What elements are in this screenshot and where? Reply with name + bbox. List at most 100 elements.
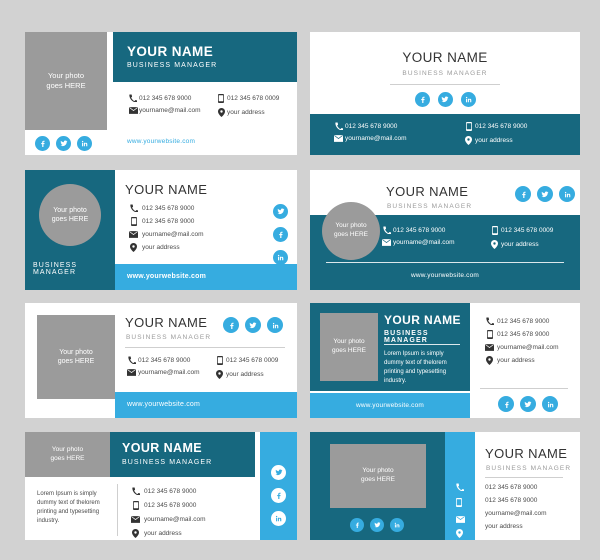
business-card-2[interactable]: YOUR NAME BUSINESS MANAGER 012 345 678 9…: [310, 32, 580, 155]
contact-email[interactable]: yourname@mail.com: [125, 231, 204, 238]
contact-address[interactable]: your address: [127, 529, 206, 538]
contact-phone[interactable]: 012 345 678 9000: [127, 487, 206, 495]
business-card-7[interactable]: Your photo goes HERE YOUR NAME BUSINESS …: [25, 432, 297, 540]
twitter-icon[interactable]: [437, 92, 453, 107]
business-card-4[interactable]: YOUR NAME BUSINESS MANAGER Your photo go…: [310, 170, 580, 290]
contact-mobile[interactable]: 012 345 678 0009: [213, 356, 278, 365]
divider: [384, 344, 460, 345]
website-link[interactable]: www.yourwebsite.com: [127, 401, 200, 408]
contact-email[interactable]: yourname@mail.com: [127, 107, 201, 114]
business-card-8[interactable]: Your photo goes HERE YOUR NAME BUSINESS …: [310, 432, 580, 540]
social-links[interactable]: [498, 396, 564, 412]
contact-mobile[interactable]: 012 345 678 9000: [462, 122, 527, 131]
contact-address[interactable]: your address: [482, 356, 559, 365]
website-link[interactable]: www.yourwebsite.com: [310, 272, 580, 279]
linkedin-icon[interactable]: [267, 317, 283, 333]
website-band[interactable]: www.yourwebsite.com: [115, 392, 297, 418]
photo-placeholder[interactable]: Your photo goes HERE: [25, 32, 107, 130]
contact-phone[interactable]: 012 345 678 9000: [332, 122, 407, 130]
card-role: BUSINESS MANAGER: [122, 459, 213, 466]
social-links[interactable]: [515, 186, 580, 202]
linkedin-icon[interactable]: [460, 92, 476, 107]
linkedin-icon[interactable]: [77, 136, 92, 151]
linkedin-icon[interactable]: [542, 396, 558, 412]
business-card-6[interactable]: Your photo goes HERE YOUR NAME BUSINESS …: [310, 303, 580, 418]
divider: [125, 347, 285, 348]
contact-mobile[interactable]: 012 345 678 9000: [125, 217, 204, 226]
social-links[interactable]: [271, 465, 286, 534]
contact-email[interactable]: yourname@mail.com: [125, 369, 200, 376]
contact-mobile[interactable]: 012 345 678 0009: [488, 226, 553, 235]
social-links[interactable]: [273, 204, 288, 273]
mobile-value: 012 345 678 0009: [226, 357, 279, 364]
photo-line-2: goes HERE: [334, 231, 368, 238]
card-left-panel: Your photo goes HERE: [310, 432, 445, 540]
business-card-3[interactable]: Your photo goes HERE BUSINESS MANAGER YO…: [25, 170, 297, 290]
website-link[interactable]: www.yourwebsite.com: [127, 138, 195, 145]
contact-email[interactable]: yourname@mail.com: [482, 344, 559, 351]
card-contact-band: 012 345 678 9000 yourname@mail.com 012 3…: [310, 114, 580, 155]
linkedin-icon[interactable]: [273, 250, 288, 265]
contact-mobile[interactable]: 012 345 678 9000: [482, 330, 559, 339]
contact-mobile[interactable]: 012 345 678 9000: [127, 501, 206, 510]
address-value: your address: [227, 109, 265, 116]
contact-address[interactable]: your address: [213, 370, 278, 379]
social-rail[interactable]: [260, 432, 297, 540]
photo-placeholder[interactable]: Your photo goes HERE: [39, 184, 101, 246]
facebook-icon[interactable]: [273, 227, 288, 242]
linkedin-icon[interactable]: [390, 518, 404, 532]
facebook-icon[interactable]: [515, 186, 531, 202]
photo-placeholder[interactable]: Your photo goes HERE: [37, 315, 115, 399]
twitter-icon[interactable]: [537, 186, 553, 202]
contact-mobile[interactable]: 012 345 678 0009: [215, 94, 279, 103]
card-role: BUSINESS MANAGER: [126, 334, 212, 341]
social-links[interactable]: [35, 136, 98, 151]
facebook-icon[interactable]: [271, 488, 286, 503]
social-links[interactable]: [310, 92, 580, 107]
contact-address[interactable]: your address: [125, 243, 204, 252]
linkedin-icon[interactable]: [559, 186, 575, 202]
contact-phone[interactable]: 012 345 678 9000: [482, 317, 559, 325]
facebook-icon[interactable]: [414, 92, 430, 107]
photo-placeholder[interactable]: Your photo goes HERE: [322, 202, 380, 260]
website-link[interactable]: www.yourwebsite.com: [310, 402, 470, 409]
card-header-band: YOUR NAME BUSINESS MANAGER: [113, 32, 297, 82]
contact-phone[interactable]: 012 345 678 9000: [125, 356, 200, 364]
contact-address[interactable]: your address: [215, 108, 279, 117]
contact-address[interactable]: your address: [462, 136, 527, 145]
twitter-icon[interactable]: [370, 518, 384, 532]
facebook-icon[interactable]: [35, 136, 50, 151]
website-band[interactable]: www.yourwebsite.com: [310, 393, 470, 418]
twitter-icon[interactable]: [56, 136, 71, 151]
facebook-icon[interactable]: [498, 396, 514, 412]
business-card-1[interactable]: Your photo goes HERE YOUR NAME BUSINESS …: [25, 32, 297, 155]
twitter-icon[interactable]: [245, 317, 261, 333]
photo-line-2: goes HERE: [361, 476, 395, 483]
mobile-icon: [125, 217, 142, 226]
photo-placeholder[interactable]: Your photo goes HERE: [25, 432, 110, 477]
photo-placeholder[interactable]: Your photo goes HERE: [320, 313, 378, 381]
contact-phone[interactable]: 012 345 678 9000: [125, 204, 204, 212]
linkedin-icon[interactable]: [271, 511, 286, 526]
phone-icon: [127, 94, 139, 102]
twitter-icon[interactable]: [271, 465, 286, 480]
photo-placeholder[interactable]: Your photo goes HERE: [330, 444, 426, 508]
business-card-5[interactable]: Your photo goes HERE YOUR NAME BUSINESS …: [25, 303, 297, 418]
website-band[interactable]: www.yourwebsite.com: [115, 264, 297, 290]
social-links[interactable]: [350, 518, 410, 532]
contact-phone[interactable]: 012 345 678 9000: [380, 226, 455, 234]
divider: [117, 484, 118, 536]
contact-email[interactable]: yourname@mail.com: [127, 516, 206, 523]
contact-email[interactable]: yourname@mail.com: [332, 135, 407, 142]
social-links[interactable]: [223, 317, 289, 333]
twitter-icon[interactable]: [273, 204, 288, 219]
contact-address[interactable]: your address: [488, 240, 553, 249]
photo-line-1: Your photo: [59, 348, 93, 356]
contact-email[interactable]: yourname@mail.com: [380, 239, 455, 246]
twitter-icon[interactable]: [520, 396, 536, 412]
contact-phone[interactable]: 012 345 678 9000: [127, 94, 201, 102]
facebook-icon[interactable]: [223, 317, 239, 333]
website-link[interactable]: www.yourwebsite.com: [127, 273, 206, 280]
facebook-icon[interactable]: [350, 518, 364, 532]
mobile-value: 012 345 678 9000: [497, 331, 550, 338]
